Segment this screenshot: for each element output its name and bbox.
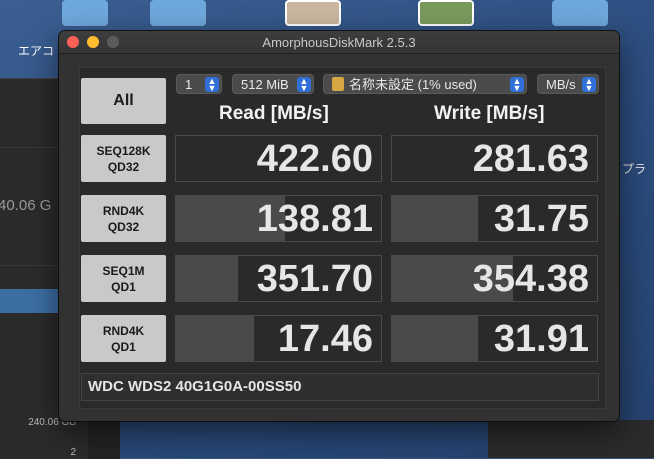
desktop-photo-icon[interactable] [418, 0, 474, 26]
test-button-seq1m-qd1[interactable]: SEQ1M QD1 [81, 255, 166, 302]
test-count-value: 1 [185, 77, 193, 92]
chevron-updown-icon: ▲ ▼ [205, 77, 219, 93]
app-window: AmorphousDiskMark 2.5.3 All 1 ▲ ▼ 512 MiB… [59, 31, 619, 421]
unit-select[interactable]: MB/s ▲ ▼ [537, 74, 599, 94]
disk-model-label: WDC WDS2 40G1G0A-00SS50 [81, 373, 599, 401]
volume-select[interactable]: 名称未設定 (1% used) ▲ ▼ [323, 74, 527, 94]
write-result-value: 354.38 [472, 258, 589, 300]
desktop-folder-icon[interactable] [62, 0, 108, 26]
write-result-value: 31.91 [493, 318, 589, 360]
unit-value: MB/s [546, 77, 576, 92]
test-button-rnd4k-qd1[interactable]: RND4K QD1 [81, 315, 166, 362]
chevron-updown-icon: ▲ ▼ [582, 77, 596, 93]
window-title: AmorphousDiskMark 2.5.3 [262, 35, 416, 50]
read-result-value: 422.60 [256, 138, 373, 180]
test-label-line2: QD1 [111, 339, 136, 354]
test-label-line2: QD32 [107, 219, 140, 234]
write-column-header: Write [MB/s] [434, 103, 545, 124]
read-result-cell: 138.81 [175, 195, 382, 242]
read-column-header: Read [MB/s] [219, 103, 329, 124]
benchmark-panel: All 1 ▲ ▼ 512 MiB ▲ ▼ 名称未設定 (1% used) ▲ ▼ M… [79, 67, 606, 409]
desktop-folder-icon[interactable] [150, 0, 206, 26]
read-result-value: 138.81 [256, 198, 373, 240]
desktop-right-text: プラ [622, 162, 647, 176]
test-size-select[interactable]: 512 MiB ▲ ▼ [232, 74, 314, 94]
test-count-select[interactable]: 1 ▲ ▼ [176, 74, 222, 94]
write-result-cell: 31.75 [391, 195, 598, 242]
hard-drive-icon [332, 77, 344, 91]
write-result-value: 31.75 [493, 198, 589, 240]
test-label-line1: RND4K [102, 203, 145, 218]
desktop-folder-icon[interactable] [552, 0, 608, 26]
test-size-value: 512 MiB [241, 77, 289, 92]
test-button-seq128k-qd32[interactable]: SEQ128K QD32 [81, 135, 166, 182]
read-result-value: 17.46 [277, 318, 373, 360]
read-result-cell: 422.60 [175, 135, 382, 182]
background-small-text: 2 [70, 447, 76, 458]
test-button-rnd4k-qd32[interactable]: RND4K QD32 [81, 195, 166, 242]
read-result-value: 351.70 [256, 258, 373, 300]
title-bar[interactable]: AmorphousDiskMark 2.5.3 [59, 31, 619, 54]
write-result-bar [392, 196, 479, 241]
chevron-updown-icon: ▲ ▼ [297, 77, 311, 93]
volume-value: 名称未設定 (1% used) [349, 77, 477, 92]
background-right-pane [488, 420, 654, 458]
desktop-photo-icon[interactable] [285, 0, 341, 26]
test-label-line1: RND4K [102, 323, 145, 338]
write-result-cell: 354.38 [391, 255, 598, 302]
write-result-value: 281.63 [472, 138, 589, 180]
run-all-button[interactable]: All [81, 78, 166, 124]
chevron-updown-icon: ▲ ▼ [510, 77, 524, 93]
read-result-bar [176, 256, 238, 301]
test-label-line1: SEQ1M [102, 263, 145, 278]
test-label-line2: QD1 [111, 279, 136, 294]
background-capacity: 40.06 G [0, 197, 52, 214]
desktop-icon-label: エアコ [18, 44, 55, 58]
test-label-line1: SEQ128K [96, 143, 151, 158]
test-label-line2: QD32 [107, 159, 140, 174]
read-result-cell: 17.46 [175, 315, 382, 362]
read-result-cell: 351.70 [175, 255, 382, 302]
write-result-cell: 31.91 [391, 315, 598, 362]
write-result-cell: 281.63 [391, 135, 598, 182]
write-result-bar [392, 316, 479, 361]
read-result-bar [176, 316, 254, 361]
